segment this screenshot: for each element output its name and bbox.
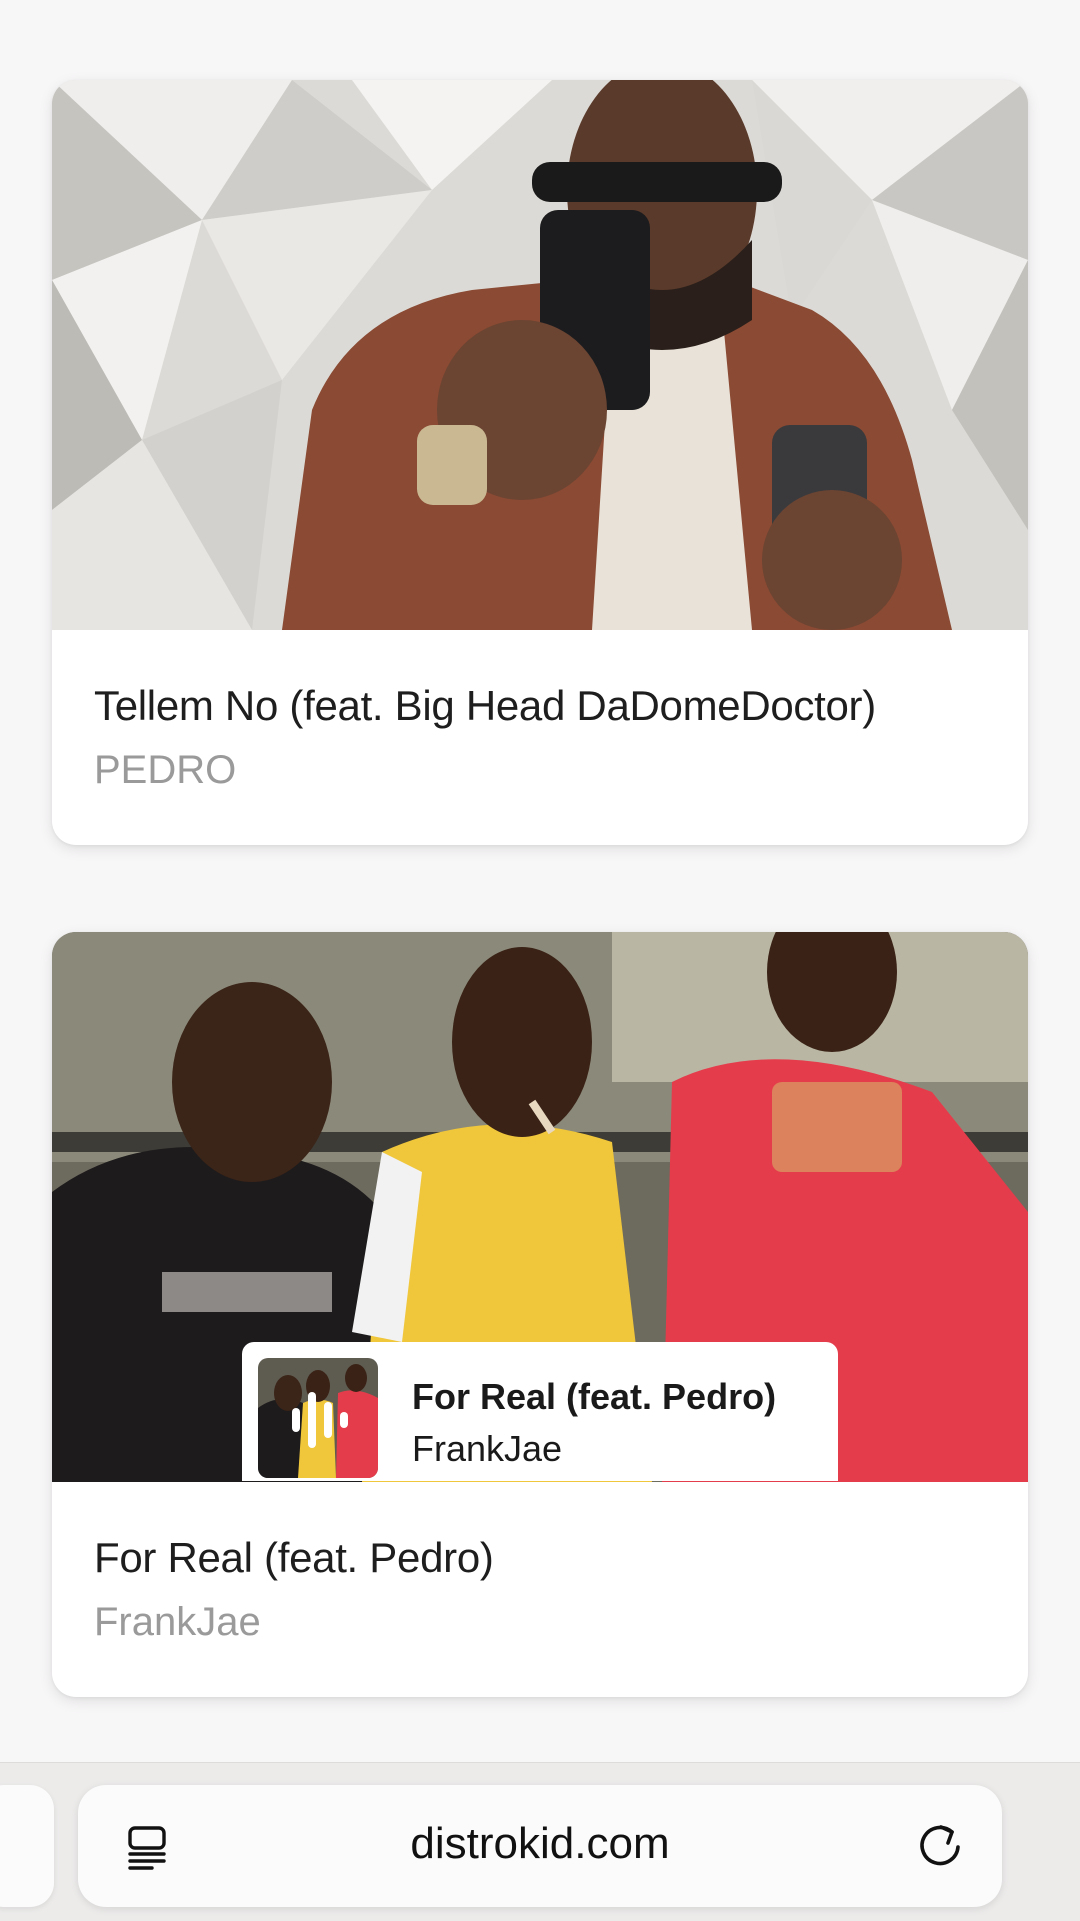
now-playing-artwork[interactable] <box>258 1358 378 1478</box>
artist-name[interactable]: FrankJae <box>94 1600 986 1645</box>
now-playing-mini-player[interactable]: For Real (feat. Pedro) FrankJae <box>242 1342 838 1481</box>
browser-toolbar: distrokid.com <box>0 1762 1080 1921</box>
url-text[interactable]: distrokid.com <box>78 1819 1002 1869</box>
address-bar[interactable]: distrokid.com <box>78 1785 1002 1907</box>
reload-icon[interactable] <box>914 1819 966 1871</box>
audio-wave-icon <box>292 1392 348 1448</box>
now-playing-title[interactable]: For Real (feat. Pedro) <box>412 1376 776 1418</box>
now-playing-artist[interactable]: FrankJae <box>412 1428 562 1470</box>
track-card-for-real[interactable]: For Real (feat. Pedro) FrankJae <box>52 932 1028 1697</box>
track-title[interactable]: Tellem No (feat. Big Head DaDomeDoctor) <box>94 682 986 730</box>
previous-tab-preview[interactable] <box>0 1785 54 1907</box>
track-title[interactable]: For Real (feat. Pedro) <box>94 1534 986 1582</box>
artist-name[interactable]: PEDRO <box>94 748 986 793</box>
album-artwork[interactable] <box>52 80 1028 630</box>
track-card-tellem-no[interactable]: Tellem No (feat. Big Head DaDomeDoctor) … <box>52 80 1028 845</box>
